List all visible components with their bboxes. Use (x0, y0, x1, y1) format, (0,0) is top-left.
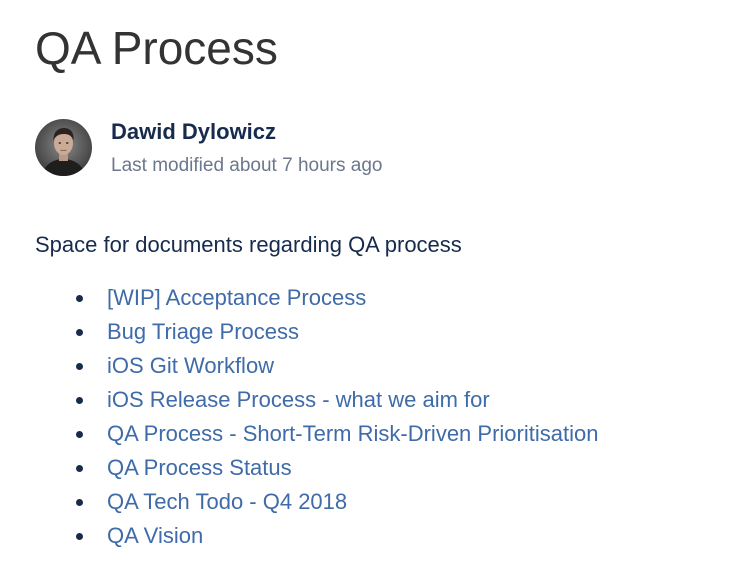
bullet-icon (76, 397, 83, 404)
bullet-icon (76, 363, 83, 370)
last-modified-text[interactable]: Last modified about 7 hours ago (111, 154, 382, 178)
author-name[interactable]: Dawid Dylowicz (111, 119, 276, 145)
page-link[interactable]: [WIP] Acceptance Process (107, 281, 366, 315)
page-link[interactable]: QA Vision (107, 519, 203, 553)
space-description: Space for documents regarding QA process (35, 232, 462, 257)
bullet-icon (76, 295, 83, 302)
page-link[interactable]: QA Process Status (107, 451, 292, 485)
bullet-icon (76, 465, 83, 472)
avatar-photo (35, 119, 92, 176)
page-link[interactable]: QA Tech Todo - Q4 2018 (107, 485, 347, 519)
page-link[interactable]: Bug Triage Process (107, 315, 299, 349)
page-link[interactable]: iOS Git Workflow (107, 349, 274, 383)
bullet-icon (76, 499, 83, 506)
page-title: QA Process (35, 22, 278, 74)
avatar[interactable] (35, 119, 92, 176)
bullet-icon (76, 431, 83, 438)
bullet-icon (76, 329, 83, 336)
page-link[interactable]: QA Process - Short-Term Risk-Driven Prio… (107, 417, 598, 451)
page-link[interactable]: iOS Release Process - what we aim for (107, 383, 490, 417)
bullet-icon (76, 533, 83, 540)
